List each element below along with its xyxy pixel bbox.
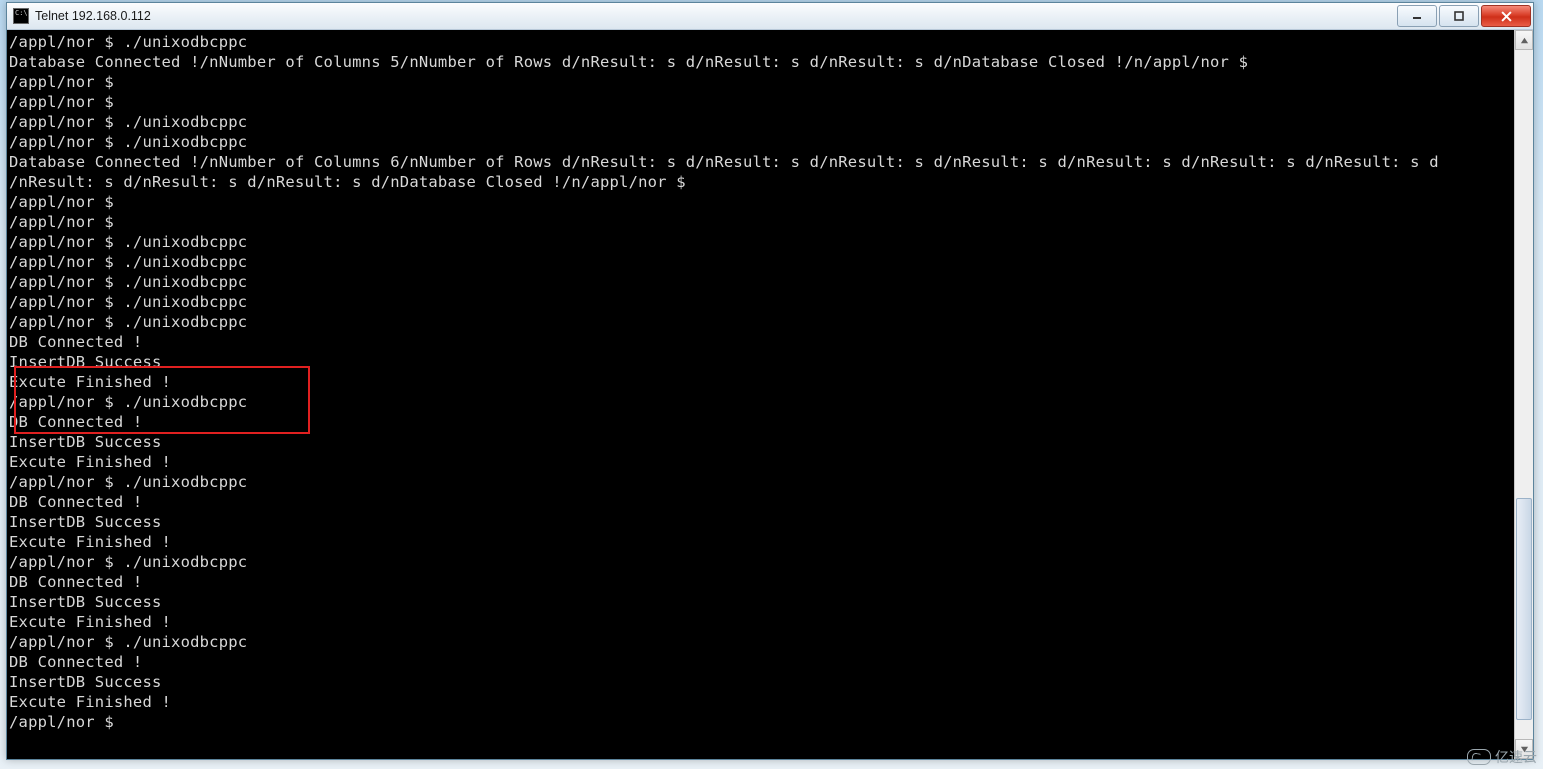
minimize-button[interactable] — [1397, 5, 1437, 27]
scroll-thumb[interactable] — [1516, 498, 1532, 720]
terminal-line: Excute Finished ! — [7, 612, 1515, 632]
terminal-line: Excute Finished ! — [7, 372, 1515, 392]
terminal-line: /appl/nor $ ./unixodbcppc — [7, 32, 1515, 52]
terminal-line: /appl/nor $ ./unixodbcppc — [7, 232, 1515, 252]
terminal-content: /appl/nor $ ./unixodbcppcDatabase Connec… — [7, 30, 1515, 732]
scroll-up-button[interactable] — [1515, 30, 1533, 50]
terminal-line: DB Connected ! — [7, 652, 1515, 672]
terminal-line: /appl/nor $ ./unixodbcppc — [7, 112, 1515, 132]
window-title: Telnet 192.168.0.112 — [35, 9, 151, 23]
terminal-line: Excute Finished ! — [7, 532, 1515, 552]
terminal-line: DB Connected ! — [7, 332, 1515, 352]
terminal-line: /appl/nor $ ./unixodbcppc — [7, 472, 1515, 492]
terminal-line: /nResult: s d/nResult: s d/nResult: s d/… — [7, 172, 1515, 192]
terminal-line: /appl/nor $ ./unixodbcppc — [7, 632, 1515, 652]
terminal-line: /appl/nor $ ./unixodbcppc — [7, 272, 1515, 292]
watermark-icon — [1467, 749, 1491, 765]
terminal-line: /appl/nor $ — [7, 192, 1515, 212]
terminal-line: /appl/nor $ — [7, 92, 1515, 112]
terminal-line: Excute Finished ! — [7, 692, 1515, 712]
terminal-area: /appl/nor $ ./unixodbcppcDatabase Connec… — [7, 30, 1533, 759]
terminal-line: /appl/nor $ — [7, 712, 1515, 732]
terminal-line: InsertDB Success — [7, 432, 1515, 452]
cmd-icon — [13, 8, 29, 24]
watermark-text: 亿速云 — [1495, 747, 1537, 767]
telnet-window: Telnet 192.168.0.112 /appl/nor $ ./unixo… — [6, 2, 1534, 760]
window-buttons — [1395, 5, 1531, 27]
vertical-scrollbar[interactable] — [1514, 30, 1533, 759]
terminal-viewport[interactable]: /appl/nor $ ./unixodbcppcDatabase Connec… — [7, 30, 1515, 759]
terminal-line: InsertDB Success — [7, 592, 1515, 612]
terminal-line: /appl/nor $ ./unixodbcppc — [7, 132, 1515, 152]
terminal-line: Database Connected !/nNumber of Columns … — [7, 152, 1515, 172]
terminal-line: Database Connected !/nNumber of Columns … — [7, 52, 1515, 72]
maximize-button[interactable] — [1439, 5, 1479, 27]
watermark: 亿速云 — [1467, 747, 1537, 767]
scroll-track[interactable] — [1515, 50, 1533, 739]
terminal-line: /appl/nor $ — [7, 72, 1515, 92]
terminal-line: /appl/nor $ ./unixodbcppc — [7, 392, 1515, 412]
terminal-line: /appl/nor $ — [7, 212, 1515, 232]
close-button[interactable] — [1481, 5, 1531, 27]
terminal-line: /appl/nor $ ./unixodbcppc — [7, 552, 1515, 572]
terminal-line: /appl/nor $ ./unixodbcppc — [7, 292, 1515, 312]
terminal-line: /appl/nor $ ./unixodbcppc — [7, 312, 1515, 332]
terminal-line: DB Connected ! — [7, 412, 1515, 432]
terminal-line: InsertDB Success — [7, 672, 1515, 692]
titlebar[interactable]: Telnet 192.168.0.112 — [7, 3, 1533, 30]
terminal-line: InsertDB Success — [7, 512, 1515, 532]
terminal-line: DB Connected ! — [7, 492, 1515, 512]
terminal-line: Excute Finished ! — [7, 452, 1515, 472]
terminal-line: DB Connected ! — [7, 572, 1515, 592]
terminal-line: InsertDB Success — [7, 352, 1515, 372]
terminal-line: /appl/nor $ ./unixodbcppc — [7, 252, 1515, 272]
